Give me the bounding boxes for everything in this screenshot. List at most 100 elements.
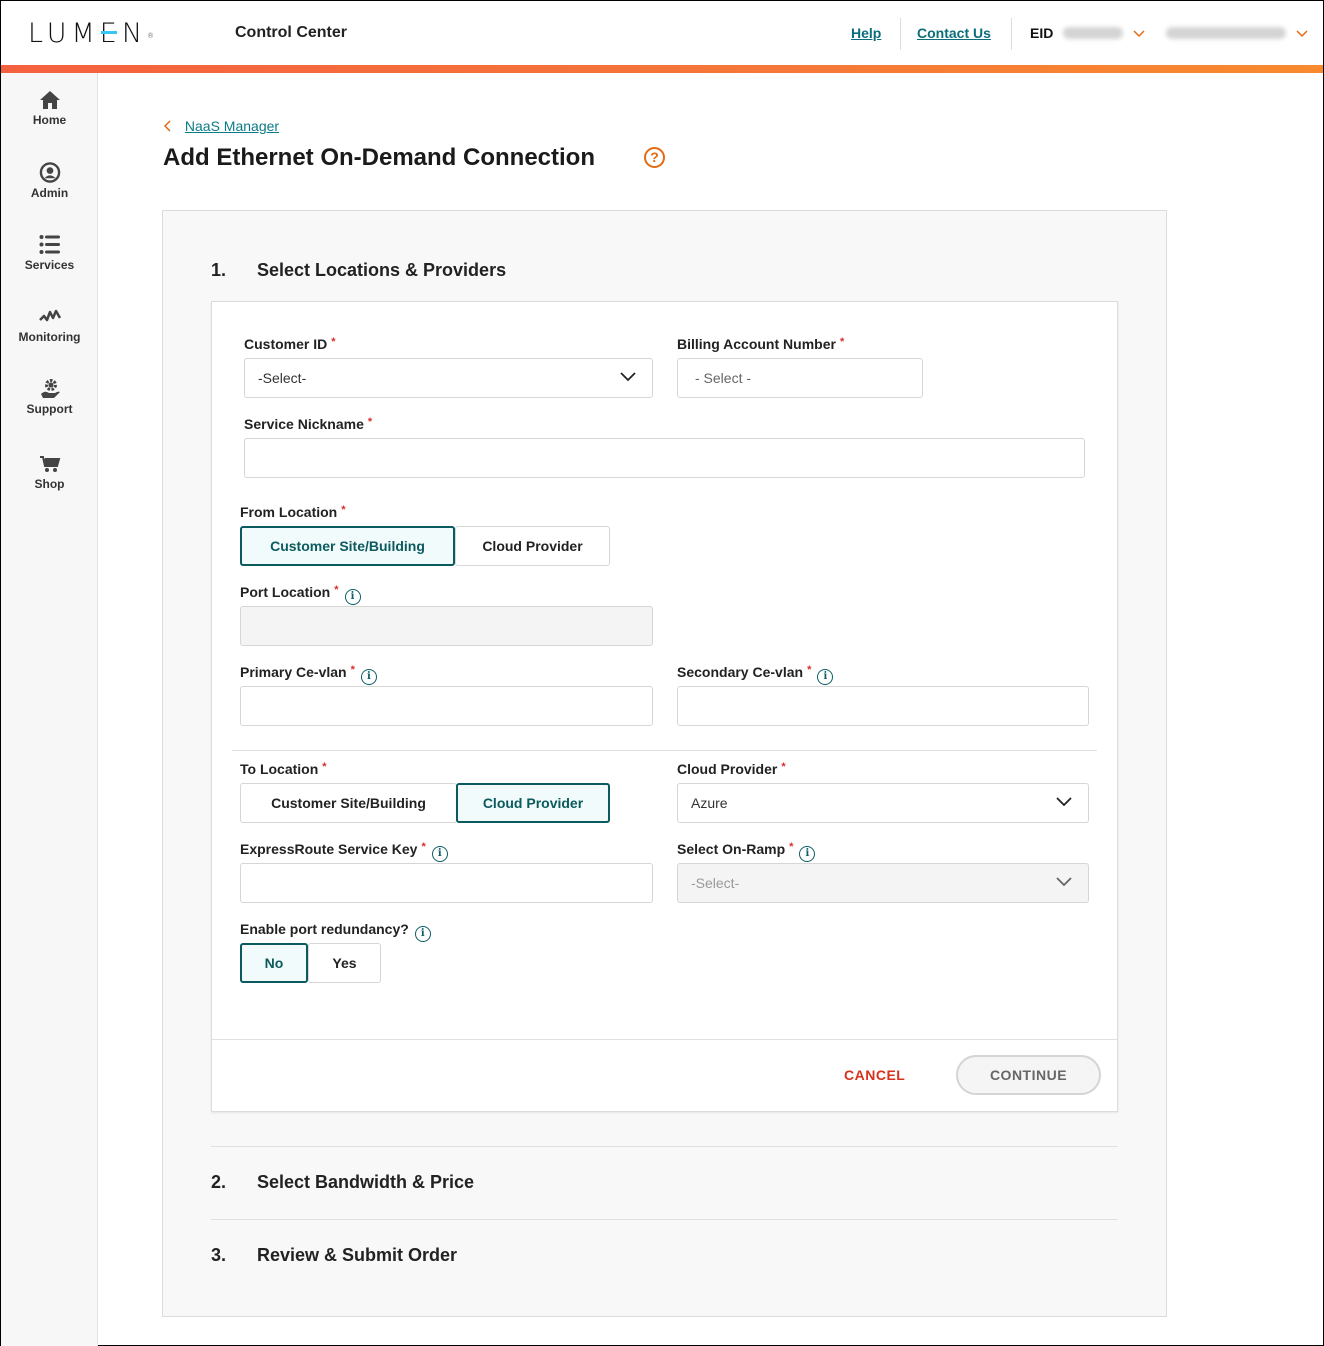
- sidebar-item-services[interactable]: Services: [1, 234, 98, 272]
- label-text: Enable port redundancy?: [240, 921, 409, 937]
- sidebar-item-shop[interactable]: Shop: [1, 453, 98, 491]
- label-text: Select On-Ramp: [677, 841, 786, 857]
- chevron-down-icon: [1056, 797, 1072, 807]
- expressroute-key-label: ExpressRoute Service Key * i: [240, 841, 448, 862]
- sidebar-item-home[interactable]: Home: [1, 90, 98, 127]
- select-value: - Select -: [695, 370, 752, 386]
- service-nickname-label: Service Nickname *: [244, 416, 372, 432]
- redundancy-no-toggle[interactable]: No: [240, 943, 308, 983]
- help-question-icon[interactable]: ?: [644, 147, 665, 168]
- info-icon[interactable]: i: [344, 589, 361, 605]
- required-asterisk: *: [341, 504, 346, 516]
- cloud-provider-label: Cloud Provider *: [677, 761, 786, 777]
- user-name-redacted[interactable]: [1166, 27, 1286, 39]
- list-icon: [39, 235, 60, 254]
- select-value: Azure: [691, 795, 728, 811]
- sidebar-item-label: Monitoring: [18, 330, 81, 344]
- redundancy-yes-toggle[interactable]: Yes: [308, 943, 381, 983]
- sidebar-item-label: Services: [24, 258, 75, 272]
- required-asterisk: *: [367, 416, 373, 428]
- service-nickname-input[interactable]: [244, 438, 1085, 478]
- secondary-cevlan-input[interactable]: [677, 686, 1089, 726]
- step-title: Select Locations & Providers: [257, 260, 507, 280]
- required-asterisk: *: [331, 336, 336, 348]
- info-icon[interactable]: i: [360, 669, 377, 685]
- sidebar-item-label: Support: [26, 402, 73, 416]
- chevron-down-icon: [620, 372, 636, 382]
- required-asterisk: *: [789, 841, 794, 853]
- billing-account-label: Billing Account Number *: [677, 336, 844, 352]
- chevron-down-icon: [1056, 877, 1072, 887]
- sidebar-item-admin[interactable]: Admin: [1, 162, 98, 200]
- label-text: From Location: [240, 504, 338, 520]
- app-title: Control Center: [235, 24, 347, 41]
- cancel-button[interactable]: CANCEL: [844, 1067, 905, 1083]
- sidebar-item-label: Shop: [34, 477, 65, 491]
- sidebar-item-label: Home: [32, 113, 67, 127]
- step-number: 2.: [211, 1172, 227, 1192]
- from-customer-site-toggle[interactable]: Customer Site/Building: [240, 526, 455, 566]
- user-circle-icon: [39, 162, 60, 183]
- breadcrumb: NaaS Manager: [163, 118, 279, 134]
- header-divider: [1011, 18, 1012, 50]
- section-divider: [232, 750, 1097, 751]
- expressroute-key-input[interactable]: [240, 863, 653, 903]
- required-asterisk: *: [781, 761, 786, 773]
- select-value: -Select-: [258, 370, 307, 386]
- primary-cevlan-input[interactable]: [240, 686, 653, 726]
- cloud-provider-select[interactable]: Azure: [677, 783, 1089, 823]
- lumen-logo[interactable]: LUMEN®: [28, 19, 154, 49]
- from-location-label: From Location *: [240, 504, 346, 520]
- port-location-label: Port Location * i: [240, 584, 361, 605]
- info-icon[interactable]: i: [817, 669, 834, 685]
- info-icon[interactable]: i: [799, 846, 816, 862]
- to-customer-site-toggle[interactable]: Customer Site/Building: [240, 783, 457, 823]
- continue-button[interactable]: CONTINUE: [956, 1055, 1101, 1095]
- to-cloud-provider-toggle[interactable]: Cloud Provider: [456, 783, 610, 823]
- eid-chevron-down-icon[interactable]: [1133, 27, 1145, 39]
- port-location-input[interactable]: [240, 606, 653, 646]
- step-divider: [211, 1146, 1118, 1147]
- port-redundancy-label: Enable port redundancy? i: [240, 921, 431, 942]
- label-text: ExpressRoute Service Key: [240, 841, 418, 857]
- primary-cevlan-label: Primary Ce-vlan * i: [240, 664, 377, 685]
- label-text: Primary Ce-vlan: [240, 664, 347, 680]
- required-asterisk: *: [322, 761, 327, 773]
- support-gear-hand-icon: [40, 379, 60, 398]
- top-header: LUMEN® Control Center Help Contact Us EI…: [1, 1, 1323, 65]
- step-number: 1.: [211, 260, 227, 280]
- label-text: Port Location: [240, 584, 331, 600]
- info-icon[interactable]: i: [431, 846, 448, 862]
- sidebar-item-monitoring[interactable]: Monitoring: [1, 306, 98, 344]
- billing-account-select[interactable]: - Select -: [677, 358, 923, 398]
- breadcrumb-naas-manager-link[interactable]: NaaS Manager: [185, 118, 279, 134]
- secondary-cevlan-label: Secondary Ce-vlan * i: [677, 664, 834, 685]
- sidebar-item-label: Admin: [30, 186, 69, 200]
- info-icon[interactable]: i: [414, 926, 431, 942]
- label-text: Cloud Provider: [677, 761, 778, 777]
- header-accent-bar: [1, 65, 1323, 73]
- sidebar-item-support[interactable]: Support: [1, 378, 98, 416]
- pulse-icon: [38, 309, 61, 322]
- step-title: Review & Submit Order: [257, 1245, 458, 1265]
- header-divider: [900, 18, 901, 50]
- eid-value-redacted[interactable]: [1063, 27, 1123, 39]
- step-number: 3.: [211, 1245, 227, 1265]
- eid-label: EID: [1030, 25, 1054, 41]
- user-chevron-down-icon[interactable]: [1296, 27, 1308, 39]
- chevron-left-icon[interactable]: [163, 120, 171, 132]
- to-location-label: To Location *: [240, 761, 327, 777]
- sidebar-nav: Home Admin Services Monitoring Support S…: [1, 73, 98, 1346]
- required-asterisk: *: [350, 664, 355, 676]
- contact-us-link[interactable]: Contact Us: [917, 25, 991, 41]
- required-asterisk: *: [839, 336, 845, 348]
- required-asterisk: *: [334, 584, 339, 596]
- label-text: Service Nickname: [244, 416, 364, 432]
- customer-id-select[interactable]: -Select-: [244, 358, 653, 398]
- help-link[interactable]: Help: [851, 25, 881, 41]
- step-divider: [211, 1219, 1118, 1220]
- from-cloud-provider-toggle[interactable]: Cloud Provider: [455, 526, 610, 566]
- step-title: Select Bandwidth & Price: [257, 1172, 475, 1192]
- on-ramp-select[interactable]: -Select-: [677, 863, 1089, 903]
- form-footer-divider: [212, 1039, 1117, 1040]
